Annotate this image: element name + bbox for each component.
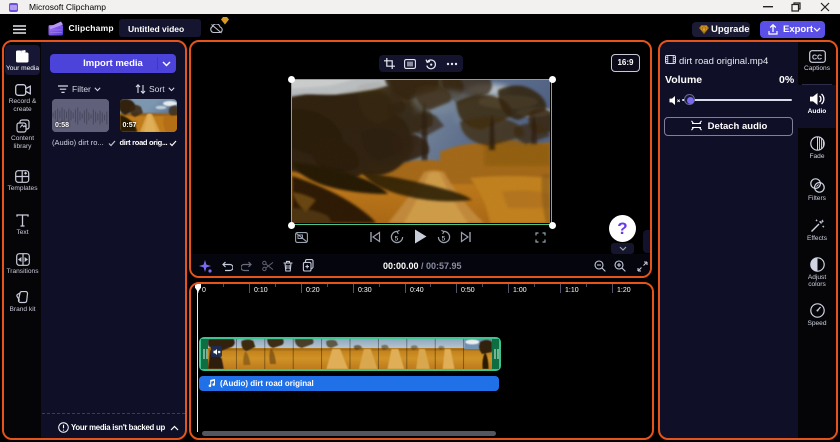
svg-text:5: 5 [395, 235, 399, 242]
svg-text:CC: CC [812, 55, 822, 62]
svg-text:5: 5 [442, 235, 446, 242]
